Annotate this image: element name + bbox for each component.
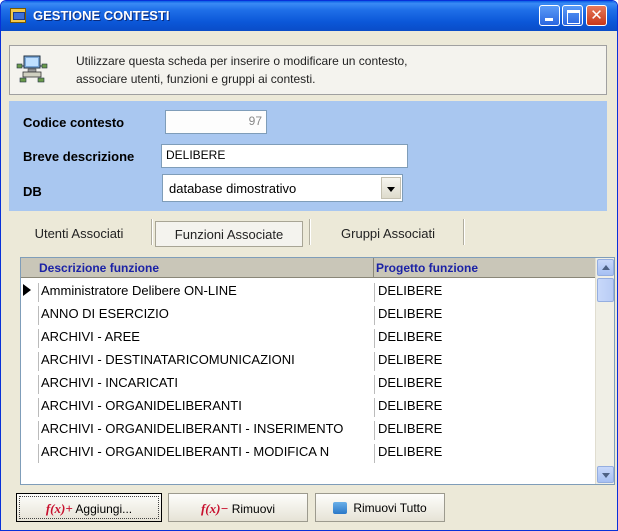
row-project: DELIBERE — [374, 329, 574, 348]
row-project: DELIBERE — [374, 283, 574, 302]
description-label: Breve descrizione — [23, 149, 135, 164]
current-row-indicator-icon — [23, 284, 31, 296]
gestione-contesti-window: GESTIONE CONTESTI ✕ Utilizzare questa sc… — [0, 0, 618, 531]
maximize-button[interactable] — [562, 5, 583, 26]
functions-grid[interactable]: Descrizione funzione Progetto funzione A… — [20, 257, 615, 485]
row-project: DELIBERE — [374, 398, 574, 417]
vertical-scrollbar[interactable] — [595, 258, 614, 484]
description-field[interactable]: DELIBERE — [161, 144, 408, 168]
info-panel: Utilizzare questa scheda per inserire o … — [9, 45, 607, 95]
function-remove-icon: f(x)− — [200, 501, 229, 516]
row-description: ARCHIVI - AREE — [38, 329, 372, 348]
table-row[interactable]: ANNO DI ESERCIZIO DELIBERE — [21, 302, 595, 325]
table-row[interactable]: ARCHIVI - AREE DELIBERE — [21, 325, 595, 348]
tab-separator — [463, 219, 465, 245]
table-row[interactable]: ARCHIVI - DESTINATARICOMUNICAZIONI DELIB… — [21, 348, 595, 371]
function-add-icon: f(x)+ — [45, 501, 73, 516]
row-description: ANNO DI ESERCIZIO — [38, 306, 372, 325]
remove-all-button[interactable]: Rimuovi Tutto — [315, 493, 445, 522]
close-icon: ✕ — [590, 7, 603, 24]
column-header-project[interactable]: Progetto funzione — [376, 261, 478, 275]
db-select-value: database dimostrativo — [169, 181, 297, 196]
table-row[interactable]: ARCHIVI - ORGANIDELIBERANTI DELIBERE — [21, 394, 595, 417]
chevron-down-icon[interactable] — [381, 177, 401, 199]
tab-funzioni-associate[interactable]: Funzioni Associate — [155, 221, 303, 247]
tab-bar: Utenti Associati Funzioni Associate Grup… — [9, 215, 607, 251]
tab-utenti-associati[interactable]: Utenti Associati — [9, 215, 149, 251]
info-line-1: Utilizzare questa scheda per inserire o … — [76, 54, 408, 68]
row-project: DELIBERE — [374, 375, 574, 394]
row-description: ARCHIVI - ORGANIDELIBERANTI - INSERIMENT… — [38, 421, 372, 440]
remove-label: Rimuovi — [231, 502, 276, 516]
row-description: ARCHIVI - ORGANIDELIBERANTI — [38, 398, 372, 417]
code-label: Codice contesto — [23, 115, 125, 130]
grid-header: Descrizione funzione Progetto funzione — [21, 258, 595, 278]
scroll-thumb[interactable] — [597, 278, 614, 302]
add-label: Aggiungi... — [75, 502, 133, 516]
grid-rows: Amministratore Delibere ON-LINE DELIBERE… — [21, 279, 595, 463]
scroll-down-icon[interactable] — [597, 466, 614, 483]
remove-all-icon — [333, 502, 348, 514]
remove-function-button[interactable]: f(x)− Rimuovi — [168, 493, 308, 522]
minimize-button[interactable] — [539, 5, 560, 26]
scroll-up-icon[interactable] — [597, 259, 614, 276]
table-row[interactable]: ARCHIVI - INCARICATI DELIBERE — [21, 371, 595, 394]
db-label: DB — [23, 184, 42, 199]
table-row[interactable]: ARCHIVI - ORGANIDELIBERANTI - MODIFICA N… — [21, 440, 595, 463]
remove-all-label: Rimuovi Tutto — [353, 501, 427, 515]
table-row[interactable]: Amministratore Delibere ON-LINE DELIBERE — [21, 279, 595, 302]
column-header-description[interactable]: Descrizione funzione — [39, 261, 159, 275]
row-project: DELIBERE — [374, 444, 574, 463]
row-project: DELIBERE — [374, 421, 574, 440]
row-description: ARCHIVI - ORGANIDELIBERANTI - MODIFICA N — [38, 444, 372, 463]
tab-gruppi-associati[interactable]: Gruppi Associati — [315, 215, 461, 251]
row-description: ARCHIVI - DESTINATARICOMUNICAZIONI — [38, 352, 372, 371]
tab-separator — [151, 219, 153, 245]
window-title: GESTIONE CONTESTI — [33, 8, 170, 23]
title-bar[interactable]: GESTIONE CONTESTI ✕ — [1, 1, 617, 31]
context-form: Codice contesto 97 Breve descrizione DEL… — [9, 101, 607, 211]
column-divider — [373, 258, 374, 278]
info-text: Utilizzare questa scheda per inserire o … — [76, 52, 596, 88]
row-project: DELIBERE — [374, 306, 574, 325]
row-project: DELIBERE — [374, 352, 574, 371]
row-description: Amministratore Delibere ON-LINE — [38, 283, 372, 302]
table-row[interactable]: ARCHIVI - ORGANIDELIBERANTI - INSERIMENT… — [21, 417, 595, 440]
code-field[interactable]: 97 — [165, 110, 267, 134]
add-function-button[interactable]: f(x)+ Aggiungi... — [16, 493, 162, 522]
row-description: ARCHIVI - INCARICATI — [38, 375, 372, 394]
db-select[interactable]: database dimostrativo — [162, 174, 403, 202]
info-line-2: associare utenti, funzioni e gruppi ai c… — [76, 72, 316, 86]
network-computer-icon — [16, 55, 48, 83]
close-button[interactable]: ✕ — [586, 5, 607, 26]
tab-separator — [309, 219, 311, 245]
app-icon — [10, 8, 26, 23]
